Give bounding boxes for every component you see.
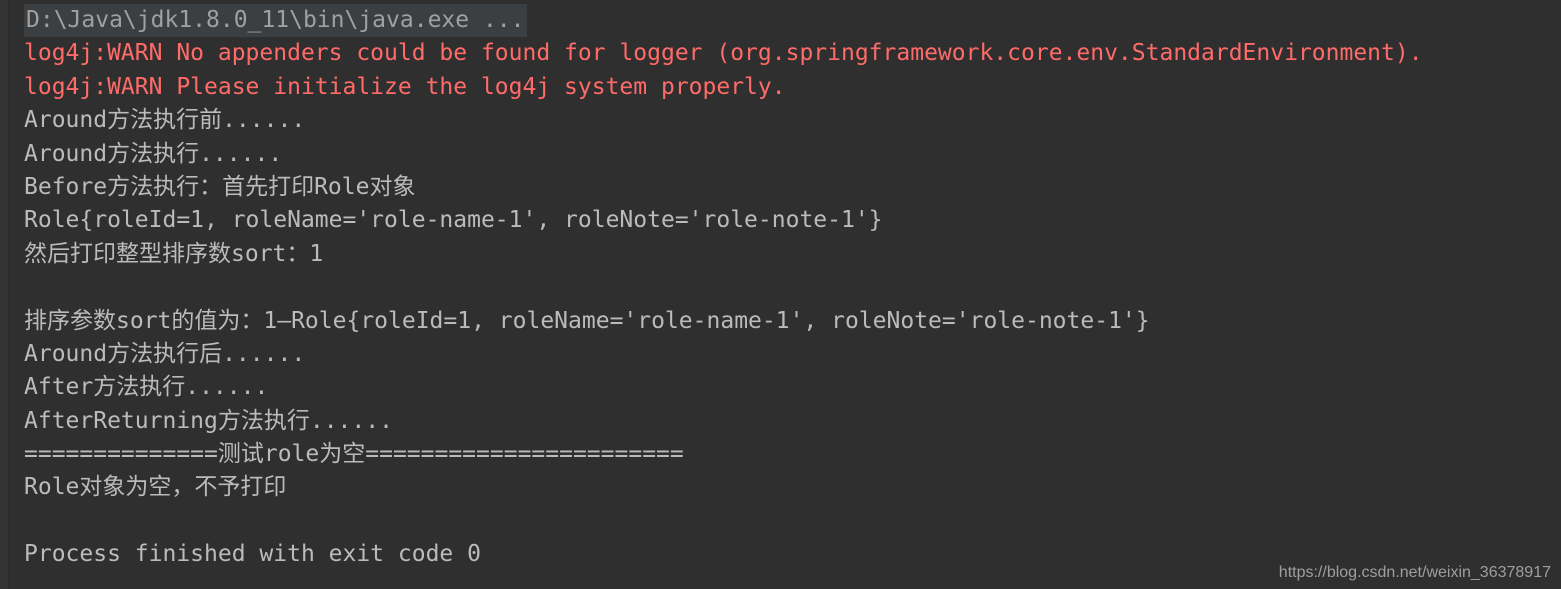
console-line-log4j-warn-2: log4j:WARN Please initialize the log4j s… bbox=[0, 71, 1561, 104]
console-line-list: D:\Java\jdk1.8.0_11\bin\java.exe ... log… bbox=[0, 0, 1561, 572]
console-line-sort-value: 排序参数sort的值为：1—Role{roleId=1, roleName='r… bbox=[0, 305, 1561, 338]
console-line-text: ==============测试role为空==================… bbox=[24, 441, 684, 468]
console-line-log4j-warn-1: log4j:WARN No appenders could be found f… bbox=[0, 37, 1561, 70]
console-line-text: Role对象为空，不予打印 bbox=[24, 474, 287, 501]
console-line-text: Around方法执行...... bbox=[24, 140, 283, 167]
console-line-text: Around方法执行前...... bbox=[24, 107, 306, 134]
console-line-text: log4j:WARN Please initialize the log4j s… bbox=[24, 73, 786, 100]
console-line-text: After方法执行...... bbox=[24, 374, 269, 401]
console-line-command-line: D:\Java\jdk1.8.0_11\bin\java.exe ... bbox=[0, 4, 1561, 37]
console-line-divider-null-role: ==============测试role为空==================… bbox=[0, 438, 1561, 471]
console-output-panel[interactable]: D:\Java\jdk1.8.0_11\bin\java.exe ... log… bbox=[0, 0, 1561, 589]
console-line-text: AfterReturning方法执行...... bbox=[24, 407, 393, 434]
console-line-after-returning: AfterReturning方法执行...... bbox=[0, 405, 1561, 438]
console-line-text: Role{roleId=1, roleName='role-name-1', r… bbox=[24, 207, 883, 234]
console-line-text: log4j:WARN No appenders could be found f… bbox=[24, 40, 1423, 67]
console-line-role-to-string: Role{roleId=1, roleName='role-name-1', r… bbox=[0, 204, 1561, 237]
console-line-role-null-msg: Role对象为空，不予打印 bbox=[0, 471, 1561, 504]
console-line-text: 排序参数sort的值为：1—Role{roleId=1, roleName='r… bbox=[24, 307, 1150, 334]
console-line-before-advice: Before方法执行：首先打印Role对象 bbox=[0, 171, 1561, 204]
console-line-text: Around方法执行后...... bbox=[24, 340, 306, 367]
console-line-around-after: Around方法执行后...... bbox=[0, 338, 1561, 371]
console-line-text: Process finished with exit code 0 bbox=[24, 541, 481, 568]
console-line-after-advice: After方法执行...... bbox=[0, 371, 1561, 404]
console-line-blank-2 bbox=[0, 505, 1561, 538]
console-line-text: 然后打印整型排序数sort：1 bbox=[24, 240, 324, 267]
console-line-around-proceed: Around方法执行...... bbox=[0, 138, 1561, 171]
console-line-around-before: Around方法执行前...... bbox=[0, 104, 1561, 137]
console-line-text: Before方法执行：首先打印Role对象 bbox=[24, 173, 416, 200]
console-line-print-sort: 然后打印整型排序数sort：1 bbox=[0, 238, 1561, 271]
console-line-blank-1 bbox=[0, 271, 1561, 304]
console-line-text: D:\Java\jdk1.8.0_11\bin\java.exe ... bbox=[24, 4, 527, 37]
watermark-url: https://blog.csdn.net/weixin_36378917 bbox=[1278, 564, 1551, 581]
